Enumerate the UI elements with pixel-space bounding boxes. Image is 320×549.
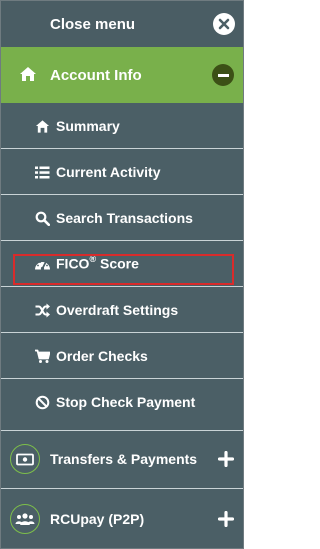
divider xyxy=(1,430,243,431)
ban-icon xyxy=(35,395,50,410)
home-icon xyxy=(20,67,36,81)
submenu-item-current-activity[interactable]: Current Activity xyxy=(1,149,243,195)
submenu-item-overdraft-settings[interactable]: Overdraft Settings xyxy=(1,287,243,333)
submenu-item-label: Overdraft Settings xyxy=(56,301,179,318)
submenu-item-label: Search Transactions xyxy=(56,209,193,226)
search-icon xyxy=(35,211,50,226)
submenu-item-order-checks[interactable]: Order Checks xyxy=(1,333,243,379)
divider xyxy=(1,488,243,489)
expand-plus-icon[interactable] xyxy=(218,451,234,467)
money-icon xyxy=(16,453,34,465)
close-menu-row[interactable]: Close menu xyxy=(1,1,243,47)
close-icon[interactable] xyxy=(213,13,235,35)
ring xyxy=(10,444,40,474)
account-info-label: Account Info xyxy=(50,66,142,84)
submenu-item-label: Summary xyxy=(56,117,120,134)
submenu-item-label: Current Activity xyxy=(56,163,161,180)
submenu-item-summary[interactable]: Summary xyxy=(1,103,243,149)
submenu-item-label: Order Checks xyxy=(56,347,148,364)
rcupay-row[interactable]: RCUpay (P2P) xyxy=(1,496,243,542)
submenu-item-stop-check-payment[interactable]: Stop Check Payment xyxy=(1,379,243,425)
list-icon xyxy=(35,166,50,179)
people-icon xyxy=(15,513,35,525)
transfers-payments-row[interactable]: Transfers & Payments xyxy=(1,436,243,482)
side-menu: Close menu Account Info Summary Current … xyxy=(0,0,244,549)
ring xyxy=(10,504,40,534)
home-icon xyxy=(35,120,50,133)
collapse-icon[interactable] xyxy=(212,64,234,86)
rcupay-label: RCUpay (P2P) xyxy=(50,511,145,527)
expand-plus-icon[interactable] xyxy=(218,511,234,527)
fico-highlight xyxy=(13,254,234,285)
submenu-item-label: Stop Check Payment xyxy=(56,394,196,410)
submenu-item-search-transactions[interactable]: Search Transactions xyxy=(1,195,243,241)
cart-icon xyxy=(35,349,50,363)
close-menu-label: Close menu xyxy=(50,15,136,33)
shuffle-icon xyxy=(35,303,50,318)
transfers-payments-label: Transfers & Payments xyxy=(50,451,198,467)
account-info-header[interactable]: Account Info xyxy=(1,47,243,103)
